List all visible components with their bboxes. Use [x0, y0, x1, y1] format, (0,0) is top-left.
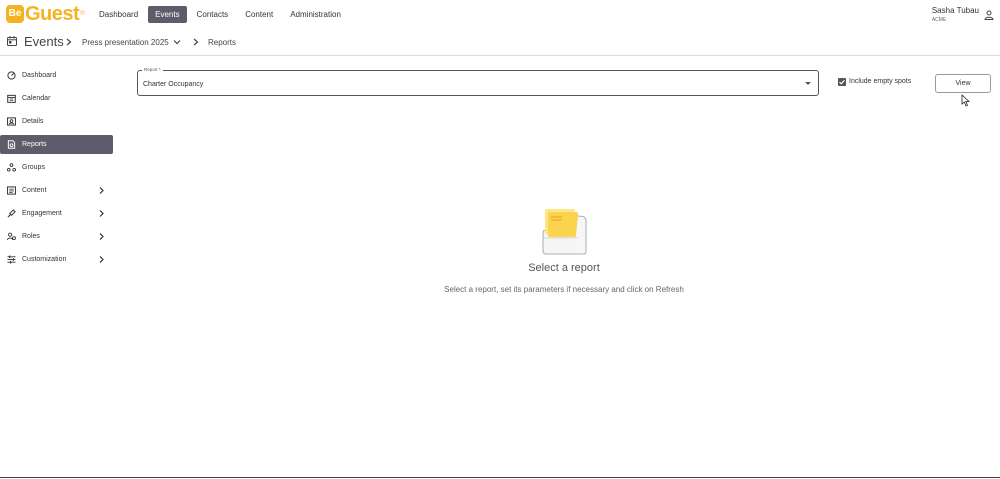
- empty-state-text: Select a report, set its parameters if n…: [444, 285, 684, 294]
- sidebar-item-label: Engagement: [22, 210, 62, 217]
- sidebar-item-label: Customization: [22, 256, 67, 263]
- nav-dashboard[interactable]: Dashboard: [92, 6, 145, 23]
- nav-administration[interactable]: Administration: [283, 6, 348, 23]
- breadcrumb-events[interactable]: Events: [24, 34, 64, 49]
- person-icon[interactable]: [984, 10, 994, 20]
- dashboard-icon: [7, 71, 16, 80]
- sidebar-item-roles[interactable]: Roles: [0, 227, 113, 246]
- details-icon: [7, 117, 16, 126]
- main-nav: Dashboard Events Contacts Content Admini…: [92, 6, 351, 23]
- empty-state-title: Select a report: [528, 262, 600, 274]
- sidebar-item-label: Reports: [22, 141, 47, 148]
- sidebar-item-label: Content: [22, 187, 47, 194]
- user-org: ACME: [931, 17, 947, 23]
- bottom-divider: [0, 477, 1000, 478]
- sidebar-item-label: Details: [22, 118, 44, 125]
- sidebar-item-groups[interactable]: Groups: [0, 158, 113, 177]
- user-name: Sasha Tubau: [931, 6, 979, 15]
- sidebar-item-details[interactable]: Details: [0, 112, 113, 131]
- chevron-right-icon: [99, 210, 104, 217]
- calendar-icon: [7, 94, 16, 103]
- logo-text: Guest: [25, 2, 80, 25]
- chevron-right-icon: [193, 38, 199, 46]
- breadcrumb-event[interactable]: Press presentation 2025: [82, 38, 169, 47]
- reports-icon: [7, 140, 16, 149]
- include-empty-spots-label[interactable]: Include empty spots: [849, 78, 911, 85]
- content-icon: [7, 186, 16, 195]
- include-empty-spots-checkbox[interactable]: [838, 78, 846, 86]
- chevron-down-icon[interactable]: [173, 38, 181, 46]
- logo-registered-mark: ®: [80, 11, 85, 17]
- breadcrumb-reports: Reports: [208, 38, 237, 47]
- sidebar-item-label: Calendar: [22, 95, 51, 102]
- logo[interactable]: Be Guest ®: [6, 2, 85, 25]
- calendar-icon: [7, 36, 17, 46]
- roles-icon: [7, 232, 16, 241]
- chevron-right-icon: [99, 256, 104, 263]
- sidebar-item-reports[interactable]: Reports: [0, 135, 113, 154]
- groups-icon: [7, 163, 16, 172]
- checkmark-icon: [839, 79, 845, 85]
- chevron-right-icon: [99, 187, 104, 194]
- report-select[interactable]: Report * Charter Occupancy: [137, 67, 819, 96]
- logo-badge: Be: [6, 5, 24, 23]
- sidebar-item-label: Roles: [22, 233, 40, 240]
- top-nav: Be Guest ® Dashboard Events Contacts Con…: [0, 0, 1000, 29]
- chevron-right-icon: [66, 38, 72, 46]
- sidebar-item-calendar[interactable]: Calendar: [0, 89, 113, 108]
- nav-events[interactable]: Events: [148, 6, 187, 23]
- customization-icon: [7, 255, 16, 264]
- report-select-label: Report *: [142, 67, 163, 72]
- page: Be Guest ® Dashboard Events Contacts Con…: [0, 0, 1000, 479]
- sidebar-item-engagement[interactable]: Engagement: [0, 204, 113, 223]
- dropdown-arrow-icon: [805, 82, 811, 85]
- sidebar: Dashboard Calendar Details Reports Group…: [0, 66, 113, 273]
- sidebar-item-label: Groups: [22, 164, 45, 171]
- nav-contacts[interactable]: Contacts: [190, 6, 236, 23]
- nav-content[interactable]: Content: [238, 6, 280, 23]
- sidebar-item-content[interactable]: Content: [0, 181, 113, 200]
- sidebar-item-dashboard[interactable]: Dashboard: [0, 66, 113, 85]
- report-select-value: Charter Occupancy: [143, 81, 204, 88]
- mouse-cursor-icon: [961, 94, 970, 107]
- engagement-icon: [7, 209, 16, 218]
- user-info[interactable]: Sasha Tubau ACME: [932, 6, 979, 23]
- chevron-right-icon: [99, 233, 104, 240]
- sidebar-item-customization[interactable]: Customization: [0, 250, 113, 269]
- folder-icon: [542, 209, 587, 255]
- sidebar-item-label: Dashboard: [22, 72, 57, 79]
- view-button[interactable]: View: [935, 74, 991, 93]
